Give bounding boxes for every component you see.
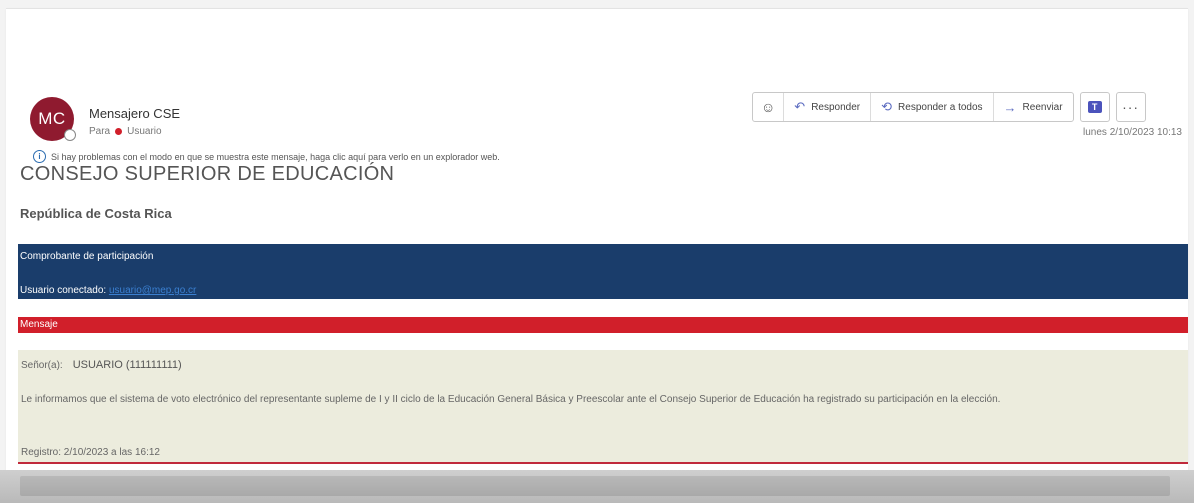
greeting-label: Señor(a): — [21, 359, 63, 371]
teams-button[interactable]: T — [1079, 92, 1110, 122]
emoji-button[interactable]: ☺ — [753, 93, 785, 121]
info-bar[interactable]: i Si hay problemas con el modo en que se… — [33, 150, 500, 163]
reply-button[interactable]: ↶ Responder — [784, 93, 872, 121]
info-icon: i — [33, 150, 46, 163]
presence-status-icon — [64, 129, 76, 141]
greeting-name: USUARIO (111111111) — [72, 359, 182, 371]
connected-user-label: Usuario conectado: — [20, 285, 107, 296]
org-subtitle: República de Costa Rica — [20, 206, 172, 221]
greeting: Señor(a): USUARIO (111111111) — [21, 359, 182, 371]
reply-label: Responder — [811, 101, 861, 113]
forward-button[interactable]: → Reenviar — [994, 93, 1073, 121]
emoji-icon: ☺ — [761, 99, 776, 115]
message-date: lunes 2/10/2023 10:13 — [1083, 127, 1182, 138]
bottom-scroll-area — [0, 470, 1194, 503]
message-actions-toolbar: ☺ ↶ Responder ⟲ Responder a todos → Reen… — [752, 92, 1146, 122]
section-label: Mensaje — [20, 319, 58, 330]
forward-label: Reenviar — [1022, 101, 1063, 113]
more-icon: ··· — [1122, 99, 1140, 115]
registration-timestamp: Registro: 2/10/2023 a las 16:12 — [21, 447, 160, 458]
sender-name[interactable]: Mensajero CSE — [89, 106, 180, 121]
message-text: Le informamos que el sistema de voto ele… — [21, 394, 1001, 405]
connected-user-link[interactable]: usuario@mep.go.cr — [109, 285, 196, 296]
recipient-line: Para Usuario — [89, 126, 162, 137]
avatar-initials: MC — [38, 109, 66, 128]
recipient-prefix: Para — [89, 126, 111, 137]
banner-title: Comprobante de participación — [20, 251, 154, 262]
reply-icon: ↶ — [794, 99, 806, 114]
reply-all-button[interactable]: ⟲ Responder a todos — [871, 93, 994, 121]
participation-banner: Comprobante de participación Usuario con… — [18, 244, 1188, 299]
info-message[interactable]: Si hay problemas con el modo en que se m… — [51, 152, 500, 162]
connected-user-line: Usuario conectado: usuario@mep.go.cr — [20, 285, 196, 296]
teams-icon: T — [1087, 101, 1102, 113]
message-section-header: Mensaje — [18, 317, 1188, 333]
forward-icon: → — [1003, 99, 1017, 115]
message-content: Señor(a): USUARIO (111111111) Le informa… — [18, 350, 1188, 464]
recipient-presence-icon — [115, 128, 123, 135]
horizontal-scrollbar[interactable] — [20, 476, 1170, 496]
reply-all-icon: ⟲ — [881, 99, 893, 114]
org-title: CONSEJO SUPERIOR DE EDUCACIÓN — [20, 163, 395, 185]
action-group: ☺ ↶ Responder ⟲ Responder a todos → Reen… — [752, 92, 1074, 122]
more-actions-button[interactable]: ··· — [1115, 92, 1146, 122]
reply-all-label: Responder a todos — [898, 101, 983, 113]
recipient-name[interactable]: Usuario — [127, 126, 161, 137]
